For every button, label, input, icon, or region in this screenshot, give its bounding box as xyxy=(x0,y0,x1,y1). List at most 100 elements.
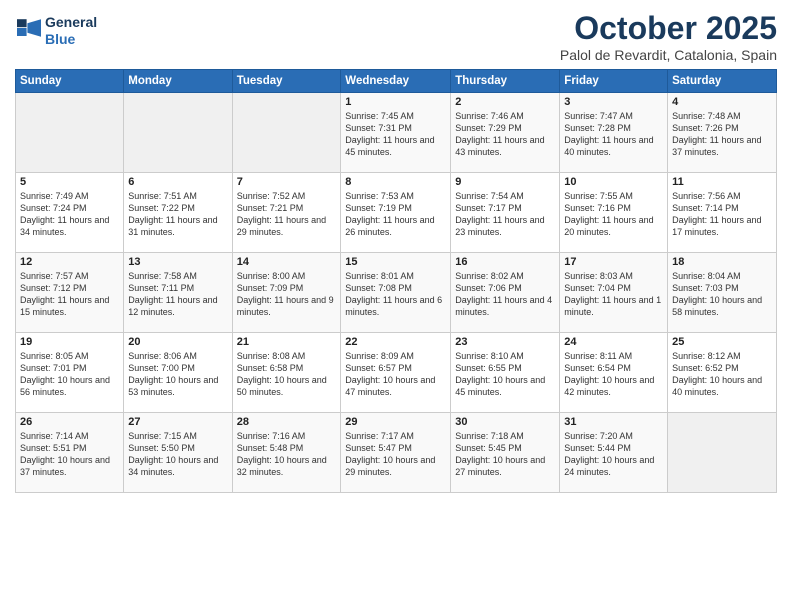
day-info: Sunrise: 7:17 AMSunset: 5:47 PMDaylight:… xyxy=(345,430,446,479)
day-info: Sunrise: 8:04 AMSunset: 7:03 PMDaylight:… xyxy=(672,270,772,319)
day-info: Sunrise: 7:51 AMSunset: 7:22 PMDaylight:… xyxy=(128,190,227,239)
calendar-cell: 14Sunrise: 8:00 AMSunset: 7:09 PMDayligh… xyxy=(232,253,341,333)
day-number: 15 xyxy=(345,256,446,268)
day-info: Sunrise: 7:54 AMSunset: 7:17 PMDaylight:… xyxy=(455,190,555,239)
weekday-header-row: SundayMondayTuesdayWednesdayThursdayFrid… xyxy=(16,70,777,93)
month-title: October 2025 xyxy=(560,10,777,47)
weekday-header-wednesday: Wednesday xyxy=(341,70,451,93)
day-info: Sunrise: 8:02 AMSunset: 7:06 PMDaylight:… xyxy=(455,270,555,319)
calendar-cell: 23 Sunrise: 8:10 AMSunset: 6:55 PMDayligh… xyxy=(451,333,560,413)
day-info: Sunrise: 7:55 AMSunset: 7:16 PMDaylight:… xyxy=(564,190,663,239)
day-info: Sunrise: 7:49 AMSunset: 7:24 PMDaylight:… xyxy=(20,190,119,239)
weekday-header-thursday: Thursday xyxy=(451,70,560,93)
week-row-4: 19 Sunrise: 8:05 AMSunset: 7:01 PMDayligh… xyxy=(16,333,777,413)
calendar-cell: 2 Sunrise: 7:46 AMSunset: 7:29 PMDaylight… xyxy=(451,93,560,173)
calendar-cell: 26 Sunrise: 7:14 AMSunset: 5:51 PMDayligh… xyxy=(16,413,124,493)
calendar-cell: 8Sunrise: 7:53 AMSunset: 7:19 PMDaylight… xyxy=(341,173,451,253)
day-number: 31 xyxy=(564,416,663,428)
day-info: Sunrise: 7:46 AMSunset: 7:29 PMDaylight:… xyxy=(455,110,555,159)
day-info: Sunrise: 8:05 AMSunset: 7:01 PMDaylight:… xyxy=(20,350,119,399)
day-number: 23 xyxy=(455,336,555,348)
calendar-cell: 25 Sunrise: 8:12 AMSunset: 6:52 PMDayligh… xyxy=(668,333,777,413)
title-section: October 2025 Palol de Revardit, Cataloni… xyxy=(560,10,777,63)
calendar-cell: 13Sunrise: 7:58 AMSunset: 7:11 PMDayligh… xyxy=(124,253,232,333)
day-info: Sunrise: 8:06 AMSunset: 7:00 PMDaylight:… xyxy=(128,350,227,399)
day-number: 30 xyxy=(455,416,555,428)
calendar-cell: 10 Sunrise: 7:55 AMSunset: 7:16 PMDayligh… xyxy=(560,173,668,253)
day-number: 9 xyxy=(455,176,555,188)
day-number: 26 xyxy=(20,416,119,428)
day-number: 25 xyxy=(672,336,772,348)
week-row-3: 12 Sunrise: 7:57 AMSunset: 7:12 PMDayligh… xyxy=(16,253,777,333)
day-info: Sunrise: 8:10 AMSunset: 6:55 PMDaylight:… xyxy=(455,350,555,399)
page-container: General Blue October 2025 Palol de Revar… xyxy=(0,0,792,612)
day-info: Sunrise: 7:47 AMSunset: 7:28 PMDaylight:… xyxy=(564,110,663,159)
calendar-cell: 11Sunrise: 7:56 AMSunset: 7:14 PMDayligh… xyxy=(668,173,777,253)
day-info: Sunrise: 7:45 AMSunset: 7:31 PMDaylight:… xyxy=(345,110,446,159)
day-number: 20 xyxy=(128,336,227,348)
day-info: Sunrise: 7:15 AMSunset: 5:50 PMDaylight:… xyxy=(128,430,227,479)
logo: General Blue xyxy=(15,14,97,48)
day-number: 1 xyxy=(345,96,446,108)
calendar-cell: 30 Sunrise: 7:18 AMSunset: 5:45 PMDayligh… xyxy=(451,413,560,493)
day-info: Sunrise: 8:08 AMSunset: 6:58 PMDaylight:… xyxy=(237,350,337,399)
calendar-cell: 4 Sunrise: 7:48 AMSunset: 7:26 PMDaylight… xyxy=(668,93,777,173)
calendar-table: SundayMondayTuesdayWednesdayThursdayFrid… xyxy=(15,69,777,493)
day-number: 17 xyxy=(564,256,663,268)
calendar-cell: 20 Sunrise: 8:06 AMSunset: 7:00 PMDayligh… xyxy=(124,333,232,413)
day-number: 8 xyxy=(345,176,446,188)
calendar-cell: 17 Sunrise: 8:03 AMSunset: 7:04 PMDayligh… xyxy=(560,253,668,333)
weekday-header-monday: Monday xyxy=(124,70,232,93)
header: General Blue October 2025 Palol de Revar… xyxy=(15,10,777,63)
day-number: 14 xyxy=(237,256,337,268)
calendar-cell xyxy=(124,93,232,173)
day-number: 4 xyxy=(672,96,772,108)
day-info: Sunrise: 8:12 AMSunset: 6:52 PMDaylight:… xyxy=(672,350,772,399)
day-number: 19 xyxy=(20,336,119,348)
day-number: 10 xyxy=(564,176,663,188)
day-number: 27 xyxy=(128,416,227,428)
day-number: 11 xyxy=(672,176,772,188)
day-number: 22 xyxy=(345,336,446,348)
calendar-cell: 16Sunrise: 8:02 AMSunset: 7:06 PMDayligh… xyxy=(451,253,560,333)
calendar-cell: 28 Sunrise: 7:16 AMSunset: 5:48 PMDayligh… xyxy=(232,413,341,493)
day-number: 2 xyxy=(455,96,555,108)
week-row-2: 5 Sunrise: 7:49 AMSunset: 7:24 PMDaylight… xyxy=(16,173,777,253)
weekday-header-sunday: Sunday xyxy=(16,70,124,93)
day-info: Sunrise: 8:03 AMSunset: 7:04 PMDaylight:… xyxy=(564,270,663,319)
day-info: Sunrise: 7:14 AMSunset: 5:51 PMDaylight:… xyxy=(20,430,119,479)
week-row-1: 1 Sunrise: 7:45 AMSunset: 7:31 PMDaylight… xyxy=(16,93,777,173)
calendar-cell: 5 Sunrise: 7:49 AMSunset: 7:24 PMDaylight… xyxy=(16,173,124,253)
day-number: 7 xyxy=(237,176,337,188)
calendar-cell: 6 Sunrise: 7:51 AMSunset: 7:22 PMDaylight… xyxy=(124,173,232,253)
calendar-cell xyxy=(16,93,124,173)
day-info: Sunrise: 7:16 AMSunset: 5:48 PMDaylight:… xyxy=(237,430,337,479)
calendar-cell: 21 Sunrise: 8:08 AMSunset: 6:58 PMDayligh… xyxy=(232,333,341,413)
calendar-cell: 29 Sunrise: 7:17 AMSunset: 5:47 PMDayligh… xyxy=(341,413,451,493)
calendar-cell: 7 Sunrise: 7:52 AMSunset: 7:21 PMDaylight… xyxy=(232,173,341,253)
day-number: 28 xyxy=(237,416,337,428)
day-number: 12 xyxy=(20,256,119,268)
calendar-cell xyxy=(668,413,777,493)
calendar-cell: 27 Sunrise: 7:15 AMSunset: 5:50 PMDayligh… xyxy=(124,413,232,493)
day-number: 18 xyxy=(672,256,772,268)
day-info: Sunrise: 7:52 AMSunset: 7:21 PMDaylight:… xyxy=(237,190,337,239)
calendar-cell: 15Sunrise: 8:01 AMSunset: 7:08 PMDayligh… xyxy=(341,253,451,333)
day-number: 21 xyxy=(237,336,337,348)
logo-general: General xyxy=(45,14,97,31)
day-number: 6 xyxy=(128,176,227,188)
calendar-cell: 9 Sunrise: 7:54 AMSunset: 7:17 PMDaylight… xyxy=(451,173,560,253)
day-info: Sunrise: 7:18 AMSunset: 5:45 PMDaylight:… xyxy=(455,430,555,479)
calendar-cell: 22Sunrise: 8:09 AMSunset: 6:57 PMDayligh… xyxy=(341,333,451,413)
day-number: 29 xyxy=(345,416,446,428)
day-number: 5 xyxy=(20,176,119,188)
day-info: Sunrise: 8:11 AMSunset: 6:54 PMDaylight:… xyxy=(564,350,663,399)
day-info: Sunrise: 7:48 AMSunset: 7:26 PMDaylight:… xyxy=(672,110,772,159)
calendar-cell: 12 Sunrise: 7:57 AMSunset: 7:12 PMDayligh… xyxy=(16,253,124,333)
location-title: Palol de Revardit, Catalonia, Spain xyxy=(560,47,777,63)
weekday-header-tuesday: Tuesday xyxy=(232,70,341,93)
weekday-header-saturday: Saturday xyxy=(668,70,777,93)
calendar-cell xyxy=(232,93,341,173)
calendar-cell: 18 Sunrise: 8:04 AMSunset: 7:03 PMDayligh… xyxy=(668,253,777,333)
day-info: Sunrise: 7:57 AMSunset: 7:12 PMDaylight:… xyxy=(20,270,119,319)
